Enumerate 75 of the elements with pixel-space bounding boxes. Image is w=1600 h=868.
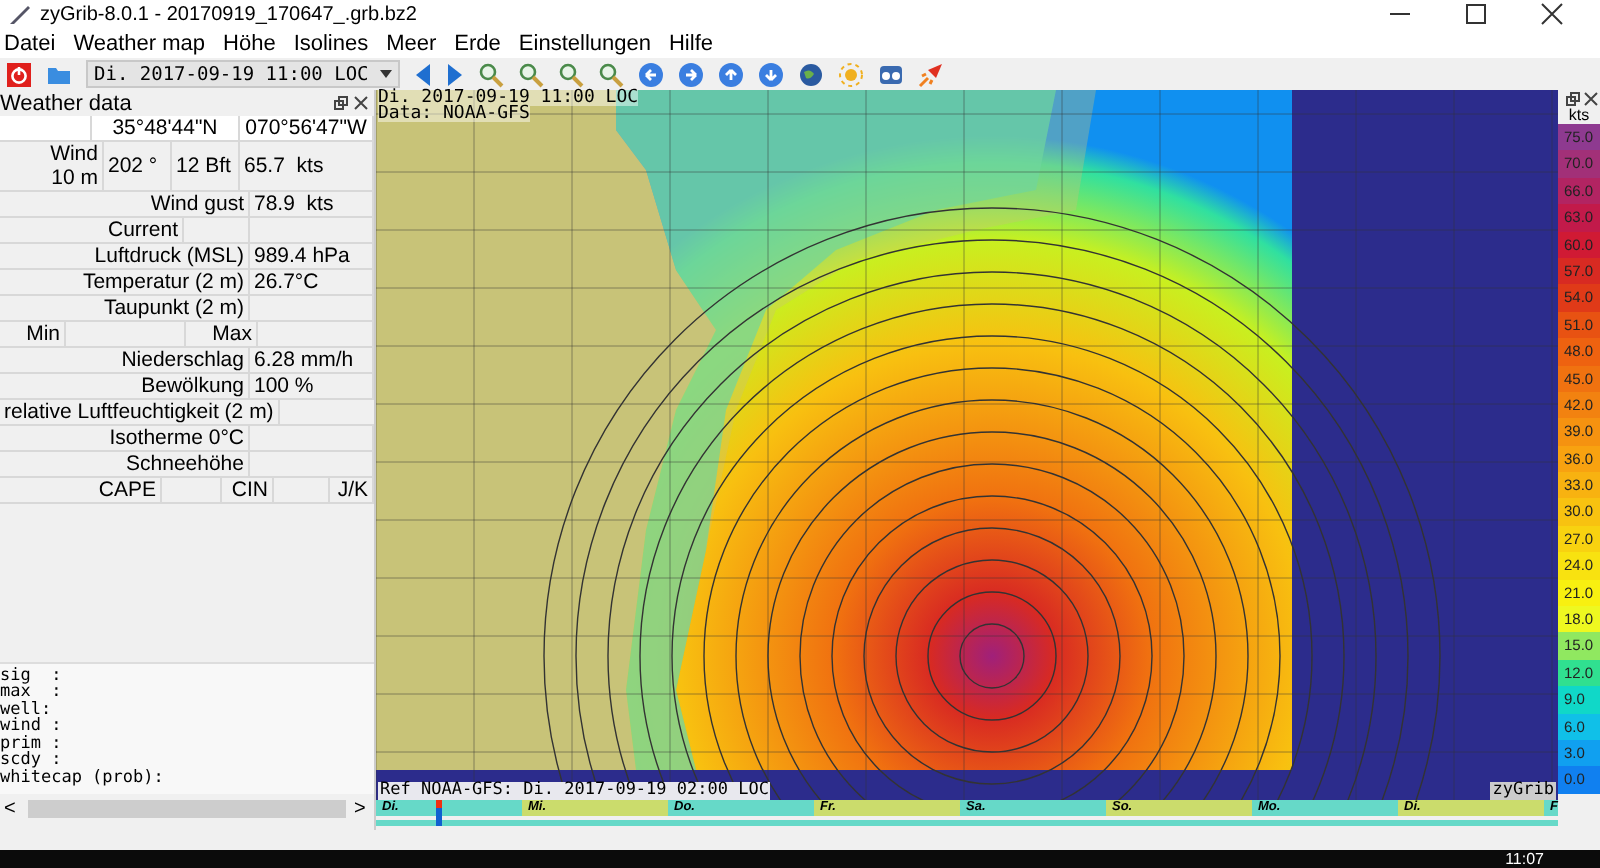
field-value: 26.7°C: [250, 270, 374, 294]
field-label: Luftdruck (MSL): [0, 244, 250, 268]
field-value: 6.28 mm/h: [250, 348, 374, 372]
close-icon[interactable]: [1540, 2, 1564, 26]
menu-item[interactable]: Einstellungen: [518, 31, 651, 55]
map-credit: zyGrib: [1490, 782, 1556, 800]
field-label: Wind gust: [0, 192, 250, 216]
field-value: 202 °: [104, 142, 172, 190]
weather-map-drawing[interactable]: [376, 90, 1558, 800]
time-marker[interactable]: [435, 800, 442, 826]
panel-title: Weather data: [0, 91, 132, 115]
field-label: Isotherme 0°C: [0, 426, 250, 450]
wave-data-line: wind :: [0, 718, 64, 735]
menu-item[interactable]: Hilfe: [668, 31, 713, 55]
right-triangle-icon[interactable]: [446, 61, 465, 87]
left-triangle-icon[interactable]: [414, 61, 433, 87]
window-title: zyGrib-8.0.1 - 20170919_170647_.grb.bz2: [40, 3, 419, 25]
scroll-left-arrow[interactable]: <: [4, 797, 20, 819]
field-label: Max: [186, 322, 258, 346]
field-label: Min: [0, 322, 66, 346]
scrollbar-thumb[interactable]: [28, 799, 346, 817]
magnifier-icon[interactable]: [478, 61, 505, 87]
field-label: Taupunkt (2 m): [0, 296, 250, 320]
field-value: 12 Bft: [172, 142, 240, 190]
field-value: 65.7 kts: [240, 142, 374, 190]
field-label: relative Luftfeuchtigkeit (2 m): [0, 400, 280, 424]
magnifier-icon[interactable]: [518, 61, 545, 87]
arrow-circle-icon[interactable]: [758, 61, 785, 87]
magnifier-icon[interactable]: [598, 61, 625, 87]
menu-item[interactable]: Isolines: [293, 31, 369, 55]
field-value: 100 %: [250, 374, 374, 398]
menu-item[interactable]: Weather map: [73, 31, 206, 55]
wave-data-line: prim :: [0, 735, 64, 752]
arrow-circle-icon[interactable]: [678, 61, 705, 87]
field-label: J/K: [330, 478, 374, 502]
maximize-icon[interactable]: [1464, 2, 1488, 26]
power-icon[interactable]: [6, 61, 32, 87]
arrow-circle-icon[interactable]: [638, 61, 665, 87]
date-dropdown[interactable]: Di. 2017-09-19 11:00 LOC: [86, 60, 401, 88]
float-icon[interactable]: [334, 96, 348, 110]
magnifier-icon[interactable]: [558, 61, 585, 87]
field-value: 78.9 kts: [250, 192, 374, 216]
field-value: 070°56'47"W: [240, 116, 374, 140]
rocket-icon[interactable]: [918, 61, 945, 87]
legend-unit: kts: [1566, 106, 1592, 124]
wave-data-line: whitecap (prob):: [0, 769, 166, 786]
field-label: CAPE: [0, 478, 162, 502]
field-label: CIN: [222, 478, 274, 502]
wave-data-line: sig :: [0, 667, 64, 684]
field-label: Temperatur (2 m): [0, 270, 250, 294]
wave-data-line: max :: [0, 684, 64, 701]
caret-icon: [380, 70, 393, 78]
menu-item[interactable]: Meer: [386, 31, 437, 55]
arrow-circle-icon[interactable]: [718, 61, 745, 87]
globe-icon[interactable]: [798, 61, 825, 87]
menu-item[interactable]: Datei: [4, 31, 56, 55]
reference-caption: Ref NOAA-GFS: Di. 2017-09-19 02:00 LOC: [378, 782, 771, 800]
field-label: Schneehöhe: [0, 452, 250, 476]
taskbar-clock: 11:07: [1505, 850, 1546, 868]
field-label: Niederschlag: [0, 348, 250, 372]
float-icon[interactable]: [1566, 91, 1580, 105]
field-label: Wind 10 m: [0, 142, 104, 190]
scroll-right-arrow[interactable]: >: [354, 797, 370, 819]
menu-item[interactable]: Erde: [454, 31, 501, 55]
field-value: 35°48'44"N: [92, 116, 240, 140]
map-caption: Di. 2017-09-19 11:00 LOC: [378, 90, 639, 106]
map-caption: Data: NOAA-GFS: [378, 106, 530, 122]
close-icon[interactable]: [354, 96, 368, 110]
field-value: 989.4 hPa: [250, 244, 374, 268]
close-icon[interactable]: [1584, 91, 1598, 105]
field-label: Current: [0, 218, 184, 242]
wave-data-line: well:: [0, 701, 54, 718]
field-label: Bewölkung: [0, 374, 250, 398]
menu-item[interactable]: Höhe: [223, 31, 276, 55]
wave-data-line: scdy :: [0, 752, 62, 769]
